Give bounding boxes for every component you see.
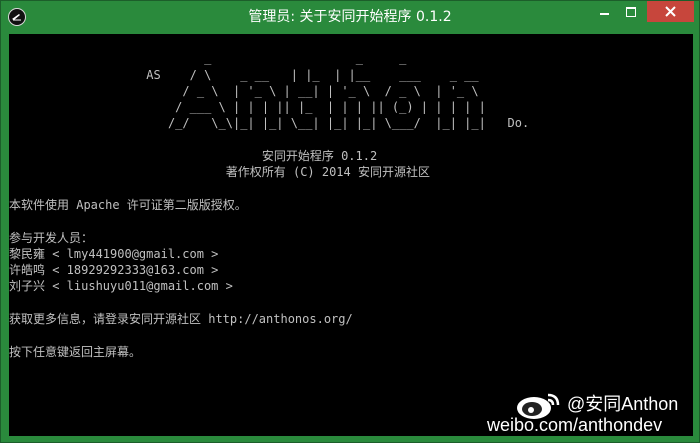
console-line: /_/ \_\|_| |_| \__| |_| |_| \___/ |_| |_… (9, 116, 530, 131)
watermark-handle: @安同Anthon (567, 394, 679, 414)
console-line: 本软件使用 Apache 许可证第二版版授权。 (9, 197, 247, 212)
console-window: 管理员: 关于安同开始程序 0.1.2 _ _ _ AS / \ _ __ | … (0, 0, 700, 443)
maximize-icon (626, 7, 636, 17)
close-icon (665, 6, 676, 17)
console-line: 参与开发人员： (9, 230, 94, 245)
title-bar[interactable]: 管理员: 关于安同开始程序 0.1.2 (1, 1, 699, 33)
console-line: 刘子兴 < liushuyu011@gmail.com > (9, 279, 233, 294)
console-line: / ___ \ | | | || |_ | | | || (_) | | | |… (9, 100, 486, 115)
minimize-icon (600, 13, 609, 15)
close-button[interactable] (647, 1, 694, 22)
minimize-button[interactable] (591, 1, 618, 22)
console-line: _ _ _ (9, 51, 407, 66)
console-line: 许皓鸣 < 18929292333@163.com > (9, 263, 219, 278)
console-line: AS / \ _ __ | |_ | |__ ___ _ __ (9, 67, 479, 82)
console-line: 著作权所有 (C) 2014 安同开源社区 (9, 165, 430, 180)
maximize-button[interactable] (618, 1, 645, 22)
console-line: 安同开始程序 0.1.2 (9, 149, 378, 164)
console-line: 按下任意键返回主屏幕。 (9, 344, 142, 359)
console-line: 黎民雍 < lmy441900@gmail.com > (9, 246, 219, 261)
console-line: / _ \ | '_ \ | __| | '_ \ / _ \ | '_ \ (9, 83, 479, 98)
console-line: 获取更多信息，请登录安同开源社区 http://anthonos.org/ (9, 312, 353, 327)
console-area[interactable]: _ _ _ AS / \ _ __ | |_ | |__ ___ _ __ / … (9, 34, 693, 436)
watermark-url: weibo.com/anthondev (487, 415, 663, 435)
console-output: _ _ _ AS / \ _ __ | |_ | |__ ___ _ __ / … (9, 34, 693, 436)
